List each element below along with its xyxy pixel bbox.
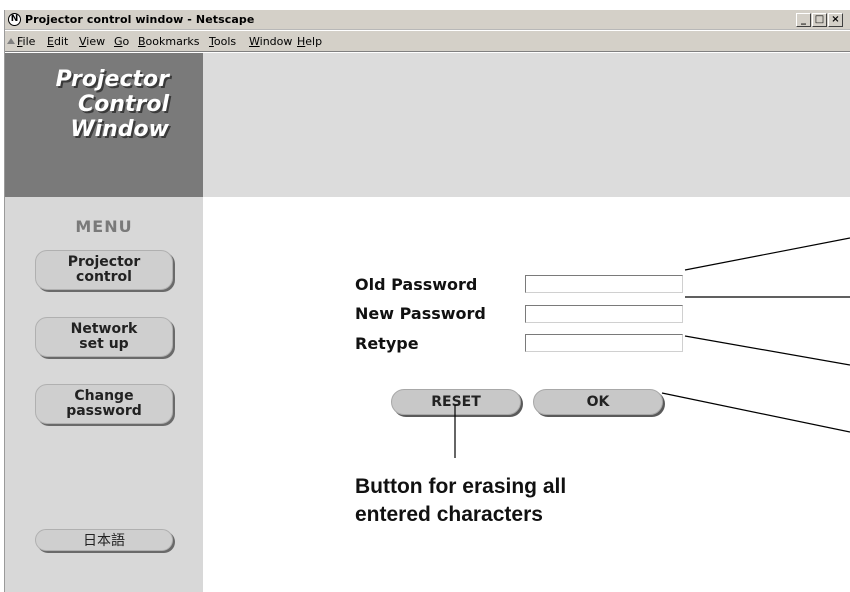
menu-bar: File Edit View Go Bookmarks Tools Window… — [5, 31, 850, 52]
browser-window: N Projector control window - Netscape _ … — [4, 10, 850, 592]
button-label: Change password — [66, 388, 142, 419]
logo-line: Projector — [55, 67, 169, 92]
network-setup-button[interactable]: Network set up — [35, 317, 173, 357]
menu-view[interactable]: View — [79, 35, 105, 48]
menu-bookmarks[interactable]: Bookmarks — [138, 35, 199, 48]
japanese-language-button[interactable]: 日本語 — [35, 529, 173, 551]
main-content: Old Password New Password Retype RESET O… — [203, 197, 850, 592]
new-password-label: New Password — [355, 304, 486, 323]
logo: Projector Control Window — [56, 67, 169, 142]
menu-title: MENU — [75, 217, 133, 236]
logo-line: Control — [78, 92, 169, 117]
menu-tools[interactable]: Tools — [209, 35, 236, 48]
annotation-line: entered characters — [355, 503, 543, 526]
reset-annotation: Button for erasing all entered character… — [355, 473, 566, 529]
new-password-field[interactable] — [525, 305, 683, 323]
change-password-button[interactable]: Change password — [35, 384, 173, 424]
retype-label: Retype — [355, 334, 419, 353]
toolbar-grip-icon[interactable] — [7, 38, 15, 44]
title-bar: N Projector control window - Netscape _ … — [5, 10, 850, 30]
ok-button[interactable]: OK — [533, 389, 663, 415]
window-title: Projector control window - Netscape — [25, 13, 255, 26]
maximize-button[interactable]: □ — [812, 13, 827, 27]
old-password-field[interactable] — [525, 275, 683, 293]
button-label: Network set up — [70, 321, 138, 352]
close-button[interactable]: × — [828, 13, 843, 27]
annotation-line: Button for erasing all — [355, 475, 567, 498]
menu-window[interactable]: Window — [249, 35, 292, 48]
retype-password-field[interactable] — [525, 334, 683, 352]
button-label: Projector control — [67, 254, 141, 285]
logo-panel: Projector Control Window — [5, 53, 203, 197]
button-label: 日本語 — [83, 533, 125, 549]
menu-edit[interactable]: Edit — [47, 35, 68, 48]
old-password-label: Old Password — [355, 275, 478, 294]
menu-file[interactable]: File — [17, 35, 35, 48]
minimize-button[interactable]: _ — [796, 13, 811, 27]
header-banner — [203, 53, 850, 197]
menu-help[interactable]: Help — [297, 35, 322, 48]
projector-control-button[interactable]: Projector control — [35, 250, 173, 290]
reset-button[interactable]: RESET — [391, 389, 521, 415]
menu-go[interactable]: Go — [114, 35, 129, 48]
netscape-icon: N — [8, 13, 21, 26]
sidebar: MENU Projector control Network set up Ch… — [5, 197, 203, 592]
logo-line: Window — [70, 117, 169, 142]
